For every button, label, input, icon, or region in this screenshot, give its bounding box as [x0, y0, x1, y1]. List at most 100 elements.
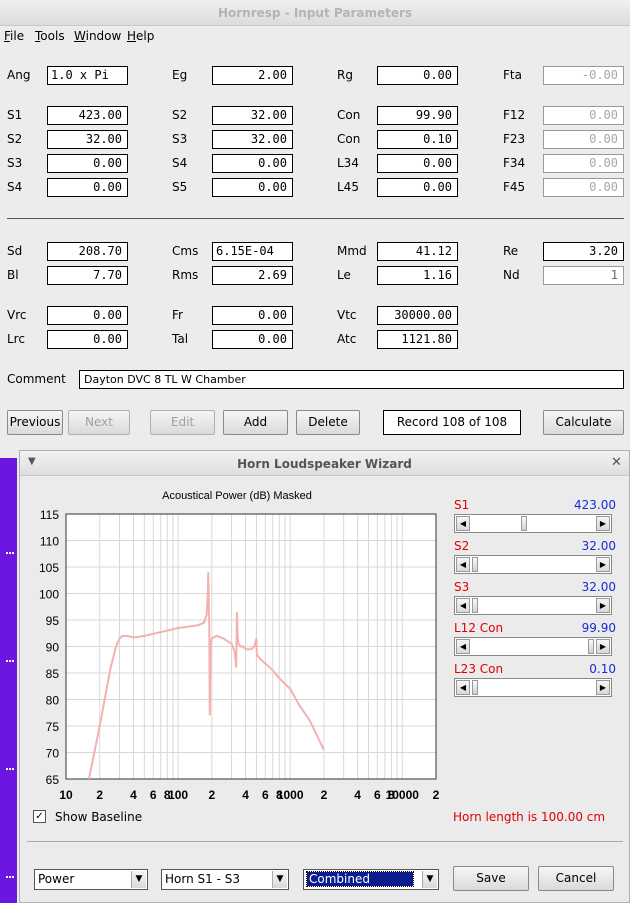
- field-fr[interactable]: 0.00: [212, 306, 293, 325]
- label-con2: Con: [337, 132, 361, 146]
- next-button[interactable]: Next: [68, 410, 130, 435]
- slider-value: 32.00: [581, 580, 616, 594]
- field-atc[interactable]: 1121.80: [377, 330, 458, 349]
- menu-window[interactable]: Window: [74, 29, 121, 43]
- field-nd[interactable]: 1: [543, 266, 624, 285]
- left-arrow-icon[interactable]: ◀: [456, 680, 470, 695]
- y-tick-label: 75: [46, 720, 60, 734]
- y-tick-label: 80: [46, 694, 60, 708]
- field-s2a[interactable]: 32.00: [212, 106, 293, 125]
- previous-button[interactable]: Previous: [7, 410, 63, 435]
- menu-tools[interactable]: Tools: [35, 29, 65, 43]
- x-tick-label: 4: [354, 788, 361, 802]
- calculate-button[interactable]: Calculate: [543, 410, 624, 435]
- field-le[interactable]: 1.16: [377, 266, 458, 285]
- label-f12: F12: [503, 108, 526, 122]
- y-tick-label: 85: [46, 667, 60, 681]
- menu-bar: File Tools Window Help: [0, 26, 630, 46]
- field-ang[interactable]: 1.0 x Pi: [47, 66, 128, 85]
- slider-thumb[interactable]: [588, 639, 594, 654]
- chevron-down-icon[interactable]: ▼: [422, 871, 437, 888]
- field-l34[interactable]: 0.00: [377, 154, 458, 173]
- right-arrow-icon[interactable]: ▶: [596, 557, 610, 572]
- label-l45: L45: [337, 180, 359, 194]
- field-rg[interactable]: 0.00: [377, 66, 458, 85]
- field-eg[interactable]: 2.00: [212, 66, 293, 85]
- field-s1[interactable]: 423.00: [47, 106, 128, 125]
- chevron-down-icon[interactable]: ▼: [272, 871, 287, 888]
- main-window: Hornresp - Input Parameters File Tools W…: [0, 0, 630, 903]
- label-s4: S4: [7, 180, 23, 194]
- label-lrc: Lrc: [7, 332, 25, 346]
- slider-thumb[interactable]: [472, 557, 478, 572]
- label-fta: Fta: [503, 68, 522, 82]
- menu-file[interactable]: File: [4, 29, 24, 43]
- add-button[interactable]: Add: [223, 410, 288, 435]
- show-baseline-checkbox[interactable]: ✓: [33, 810, 46, 823]
- wizard-dialog: ▼ Horn Loudspeaker Wizard ✕ 115 110 105 100…: [19, 450, 630, 903]
- edit-button[interactable]: Edit: [150, 410, 215, 435]
- field-sd[interactable]: 208.70: [47, 242, 128, 261]
- label-f34: F34: [503, 156, 526, 170]
- field-s2[interactable]: 32.00: [47, 130, 128, 149]
- field-s5[interactable]: 0.00: [212, 178, 293, 197]
- slider-value: 99.90: [581, 621, 616, 635]
- cancel-button[interactable]: Cancel: [538, 866, 614, 891]
- left-arrow-icon[interactable]: ◀: [456, 598, 470, 613]
- scrollbar-slider[interactable]: ◀ ▶: [454, 637, 612, 656]
- label-cms: Cms: [172, 244, 199, 258]
- chevron-down-icon[interactable]: ▼: [131, 871, 146, 888]
- label-eg: Eg: [172, 68, 188, 82]
- label-atc: Atc: [337, 332, 357, 346]
- left-arrow-icon[interactable]: ◀: [456, 639, 470, 654]
- field-tal[interactable]: 0.00: [212, 330, 293, 349]
- scrollbar-slider[interactable]: ◀ ▶: [454, 678, 612, 697]
- x-tick-label: 2: [433, 788, 440, 802]
- label-vrc: Vrc: [7, 308, 27, 322]
- field-rms[interactable]: 2.69: [212, 266, 293, 285]
- slider-thumb[interactable]: [520, 516, 527, 531]
- close-icon[interactable]: ✕: [611, 455, 622, 470]
- comment-field[interactable]: Dayton DVC 8 TL W Chamber: [79, 370, 624, 389]
- field-l45[interactable]: 0.00: [377, 178, 458, 197]
- label-l34: L34: [337, 156, 359, 170]
- field-con1[interactable]: 99.90: [377, 106, 458, 125]
- slider-value: 0.10: [589, 662, 616, 676]
- field-re[interactable]: 3.20: [543, 242, 624, 261]
- slider-value: 32.00: [581, 539, 616, 553]
- left-arrow-icon[interactable]: ◀: [456, 516, 470, 531]
- field-cms[interactable]: 6.15E-04: [212, 242, 293, 261]
- slider-thumb[interactable]: [472, 598, 478, 613]
- field-con2[interactable]: 0.10: [377, 130, 458, 149]
- field-s4[interactable]: 0.00: [47, 178, 128, 197]
- right-arrow-icon[interactable]: ▶: [596, 639, 610, 654]
- scrollbar-slider[interactable]: ◀ ▶: [454, 596, 612, 615]
- x-tick-label: 10: [59, 788, 73, 802]
- field-s3[interactable]: 0.00: [47, 154, 128, 173]
- left-arrow-icon[interactable]: ◀: [456, 557, 470, 572]
- mode-select[interactable]: Power ▼: [34, 869, 148, 890]
- field-vrc[interactable]: 0.00: [47, 306, 128, 325]
- field-vtc[interactable]: 30000.00: [377, 306, 458, 325]
- right-arrow-icon[interactable]: ▶: [596, 598, 610, 613]
- section-select[interactable]: Horn S1 - S3 ▼: [161, 869, 289, 890]
- field-bl[interactable]: 7.70: [47, 266, 128, 285]
- label-s2a: S2: [172, 108, 188, 122]
- view-select[interactable]: Combined ▼: [303, 869, 439, 890]
- label-s1: S1: [7, 108, 23, 122]
- field-f34: 0.00: [543, 154, 624, 173]
- label-f45: F45: [503, 180, 526, 194]
- save-button[interactable]: Save: [453, 866, 529, 891]
- delete-button[interactable]: Delete: [296, 410, 360, 435]
- field-lrc[interactable]: 0.00: [47, 330, 128, 349]
- slider-thumb[interactable]: [472, 680, 478, 695]
- field-s4a[interactable]: 0.00: [212, 154, 293, 173]
- menu-help[interactable]: Help: [127, 29, 154, 43]
- right-arrow-icon[interactable]: ▶: [596, 680, 610, 695]
- right-arrow-icon[interactable]: ▶: [596, 516, 610, 531]
- field-mmd[interactable]: 41.12: [377, 242, 458, 261]
- background-window-strip: [0, 458, 17, 903]
- scrollbar-slider[interactable]: ◀ ▶: [454, 555, 612, 574]
- field-s3a[interactable]: 32.00: [212, 130, 293, 149]
- scrollbar-slider[interactable]: ◀ ▶: [454, 514, 612, 533]
